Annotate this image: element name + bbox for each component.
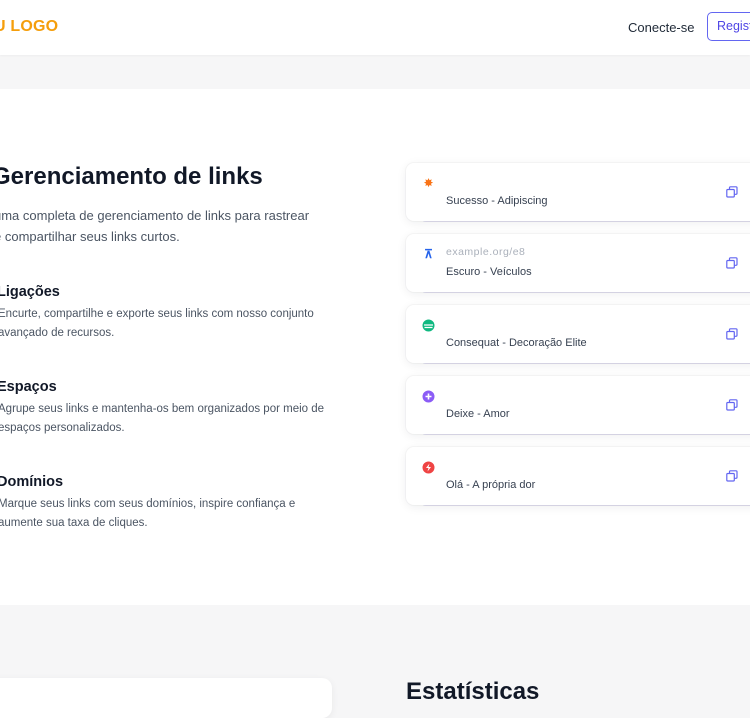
link-label: Deixe - Amor: [446, 408, 510, 420]
page-subtitle: uma completa de gerenciamento de links p…: [0, 208, 310, 244]
copy-icon[interactable]: [726, 328, 738, 340]
login-link[interactable]: Conecte-se: [628, 20, 694, 35]
green-leaf-icon: [422, 319, 435, 332]
link-management-section: Gerenciamento de links uma completa de g…: [0, 89, 750, 605]
link-card[interactable]: ⊼ example.org/e8 Escuro - Veículos: [406, 234, 750, 292]
copy-icon[interactable]: [726, 257, 738, 269]
copy-icon[interactable]: [726, 470, 738, 482]
feature-desc-spaces: Agrupe seus links e mantenha-os bem orga…: [0, 403, 325, 434]
feature-title-links: Ligações: [0, 284, 60, 300]
feature-title-spaces: Espaços: [0, 379, 57, 395]
purple-plus-icon: [422, 390, 435, 403]
orange-burst-icon: ✸: [423, 176, 434, 190]
register-button[interactable]: Registrar: [707, 12, 750, 41]
link-label: Escuro - Veículos: [446, 266, 532, 278]
link-url[interactable]: example.org/e8: [446, 246, 525, 258]
stats-preview-card: [0, 678, 332, 718]
feature-desc-links: Encurte, compartilhe e exporte seus link…: [0, 308, 314, 339]
link-label: Olá - A própria dor: [446, 479, 536, 491]
link-card[interactable]: Olá - A própria dor: [406, 447, 750, 505]
feature-desc-domains: Marque seus links com seus domínios, ins…: [0, 498, 296, 529]
top-navbar: U LOGO Conecte-se Registrar: [0, 0, 750, 55]
link-label: Consequat - Decoração Elite: [446, 337, 587, 349]
copy-icon[interactable]: [726, 399, 738, 411]
logo[interactable]: U LOGO: [0, 18, 58, 36]
feature-title-domains: Domínios: [0, 474, 64, 490]
link-card[interactable]: Consequat - Decoração Elite: [406, 305, 750, 363]
link-card[interactable]: ✸ Sucesso - Adipiscing: [406, 163, 750, 221]
blue-brand-icon: ⊼: [424, 247, 433, 261]
red-bolt-icon: [422, 461, 435, 474]
copy-icon[interactable]: [726, 186, 738, 198]
link-label: Sucesso - Adipiscing: [446, 195, 548, 207]
page-title: Gerenciamento de links: [0, 163, 263, 190]
link-card[interactable]: Deixe - Amor: [406, 376, 750, 434]
stats-title: Estatísticas: [406, 678, 540, 705]
